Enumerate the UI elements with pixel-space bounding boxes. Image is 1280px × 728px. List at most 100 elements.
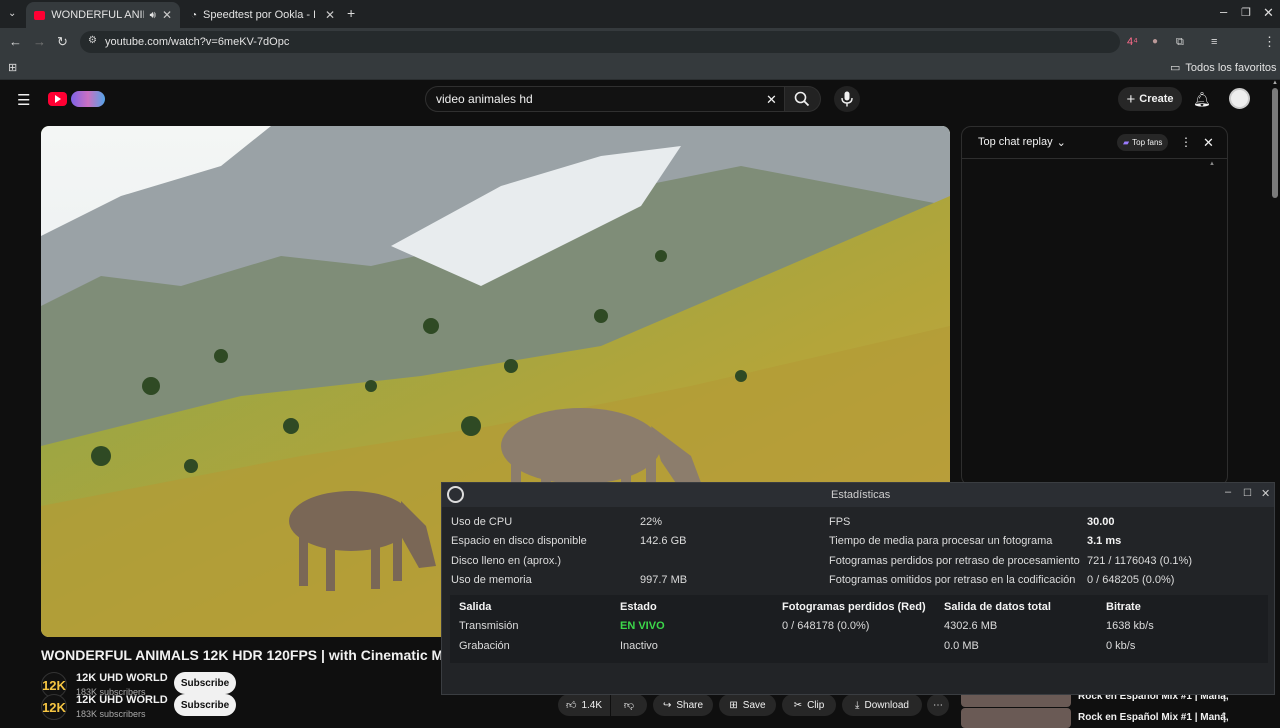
save-button[interactable]: ⊞ Save — [719, 694, 776, 716]
chat-header: Top chat replay ⌄ ▰ Top fans ⋮ ✕ — [962, 127, 1227, 159]
stat-value: 30.00 — [1087, 516, 1115, 528]
table-cell: 0.0 MB — [944, 640, 979, 652]
stat-label: Disco lleno en (aprox.) — [451, 555, 562, 567]
search-icon — [794, 91, 810, 107]
subscribe-button[interactable]: Subscribe — [174, 694, 236, 716]
voice-search-button[interactable] — [834, 86, 860, 112]
minimize-icon[interactable]: – — [1220, 5, 1227, 19]
extension-icon[interactable]: 4⁴ — [1127, 35, 1138, 49]
speedtest-favicon-icon: ◔ — [191, 9, 198, 21]
save-icon: ⊞ — [729, 699, 738, 711]
download-icon: ⤓ — [855, 699, 860, 711]
stat-value: 3.1 ms — [1087, 535, 1122, 547]
restore-icon[interactable]: ❐ — [1241, 6, 1251, 20]
table-header: Fotogramas perdidos (Red) — [782, 601, 926, 613]
status-live: EN VIVO — [620, 620, 665, 632]
close-tab-icon[interactable]: ✕ — [162, 8, 172, 22]
doodle-icon[interactable] — [71, 91, 105, 107]
search-input[interactable]: video animales hd ✕ — [425, 86, 785, 112]
stats-title: Estadísticas — [831, 489, 891, 501]
top-fans-label: Top fans — [1132, 138, 1163, 147]
subscribe-button[interactable]: Subscribe — [174, 672, 236, 694]
close-window-icon[interactable]: ✕ — [1263, 6, 1274, 20]
notifications-bell-icon[interactable]: 🔔︎ — [1193, 91, 1211, 108]
tab-label: WONDERFUL ANIMALS 12K HDR — [51, 9, 143, 21]
media-control-icon[interactable]: ≡ — [1211, 35, 1217, 49]
save-label: Save — [742, 699, 766, 711]
stat-label: Fotogramas omitidos por retraso en la co… — [829, 574, 1076, 586]
download-button[interactable]: ⤓ Download — [842, 694, 922, 716]
new-tab-icon[interactable]: + — [347, 6, 355, 20]
tab-speedtest[interactable]: ◔ Speedtest por Ookla - La ✕ — [183, 2, 343, 28]
more-actions-button[interactable]: ⋯ — [927, 694, 949, 716]
close-icon[interactable]: ✕ — [1261, 487, 1270, 500]
stat-value: 0 / 648205 (0.0%) — [1087, 574, 1175, 586]
all-bookmarks-label: Todos los favoritos — [1185, 61, 1277, 74]
url-text: youtube.com/watch?v=6meKV-7dOpc — [105, 36, 290, 48]
youtube-logo[interactable] — [48, 92, 67, 106]
stat-label: Espacio en disco disponible — [451, 535, 587, 547]
like-count: 1.4K — [581, 699, 603, 711]
extensions-puzzle-icon[interactable]: ⧉ — [1176, 35, 1184, 49]
account-avatar[interactable] — [1229, 88, 1250, 109]
stat-label: Tiempo de media para procesar un fotogra… — [829, 535, 1053, 547]
address-bar[interactable]: ⚙ youtube.com/watch?v=6meKV-7dOpc — [80, 31, 1120, 53]
output-stats-table: Salida Estado Fotogramas perdidos (Red) … — [450, 595, 1268, 663]
table-cell: Inactivo — [620, 640, 658, 652]
youtube-favicon-icon — [34, 10, 46, 20]
extension-2-icon[interactable]: ● — [1152, 35, 1158, 49]
table-cell: 1638 kb/s — [1106, 620, 1154, 632]
tab-label: Speedtest por Ookla - La — [203, 9, 316, 21]
clip-label: Clip — [807, 699, 825, 711]
stats-titlebar: Estadísticas – ☐ ✕ — [442, 483, 1274, 507]
dislike-button[interactable]: 👎︎ — [611, 694, 647, 716]
forward-icon[interactable]: → — [33, 35, 46, 49]
page-scrollbar[interactable] — [1272, 88, 1278, 198]
search-button[interactable] — [785, 86, 821, 112]
minimize-icon[interactable]: – — [1225, 486, 1231, 498]
table-cell: Grabación — [459, 640, 510, 652]
clear-search-icon[interactable]: ✕ — [766, 92, 777, 108]
site-info-icon[interactable]: ⚙ — [88, 35, 97, 46]
all-bookmarks-button[interactable]: ▭ Todos los favoritos — [1170, 61, 1277, 75]
table-cell: 0 / 648178 (0.0%) — [782, 620, 870, 632]
top-fans-button[interactable]: ▰ Top fans — [1117, 134, 1169, 151]
fans-icon: ▰ — [1123, 138, 1130, 147]
close-chat-icon[interactable]: ✕ — [1203, 135, 1214, 151]
chat-mode-dropdown[interactable]: Top chat replay ⌄ — [978, 136, 1066, 149]
browser-menu-icon[interactable]: ⋮ — [1263, 35, 1276, 49]
reload-icon[interactable]: ↻ — [57, 35, 68, 49]
chat-scroll-up-icon[interactable]: ▲ — [1209, 161, 1215, 167]
hamburger-menu-icon[interactable]: ☰ — [17, 91, 30, 109]
item-menu-icon[interactable]: ⋮ — [1219, 711, 1230, 724]
apps-grid-icon[interactable]: ⊞ — [8, 61, 17, 75]
clip-button[interactable]: ✂ Clip — [782, 694, 836, 716]
channel-name[interactable]: 12K UHD WORLD — [76, 672, 168, 684]
search-query: video animales hd — [436, 92, 533, 106]
channel-name[interactable]: 12K UHD WORLD — [76, 694, 168, 706]
thumbs-down-icon: 👎︎ — [623, 700, 635, 711]
chat-menu-icon[interactable]: ⋮ — [1180, 135, 1192, 149]
channel-avatar[interactable]: 12K — [41, 694, 67, 720]
bookmarks-bar: ⊞ ▭ Todos los favoritos — [0, 56, 1280, 80]
audio-icon[interactable]: 🔊︎ — [150, 10, 156, 21]
table-cell: Transmisión — [459, 620, 519, 632]
close-tab-icon[interactable]: ✕ — [325, 8, 335, 22]
scroll-up-icon[interactable]: ▲ — [1272, 80, 1278, 86]
stat-label: Uso de memoria — [451, 574, 532, 586]
video-title: WONDERFUL ANIMALS 12K HDR 120FPS | with … — [41, 647, 441, 663]
back-icon[interactable]: ← — [9, 35, 22, 49]
like-button[interactable]: 👍︎ 1.4K — [558, 694, 610, 716]
recommended-item[interactable]: Rock en Español Mix #1 | Maná, ⋮ — [961, 708, 1261, 728]
tab-youtube[interactable]: WONDERFUL ANIMALS 12K HDR 🔊︎ ✕ — [26, 2, 180, 28]
microphone-icon — [841, 91, 853, 107]
maximize-icon[interactable]: ☐ — [1243, 488, 1252, 499]
recommended-thumbnail — [961, 708, 1071, 728]
obs-logo-icon — [447, 486, 464, 503]
create-button[interactable]: + Create — [1118, 87, 1182, 111]
tab-search-icon[interactable]: ⌄ — [8, 7, 16, 21]
stat-value: 142.6 GB — [640, 535, 687, 547]
play-icon — [55, 95, 61, 103]
share-button[interactable]: ↪ Share — [653, 694, 713, 716]
table-cell: 4302.6 MB — [944, 620, 998, 632]
